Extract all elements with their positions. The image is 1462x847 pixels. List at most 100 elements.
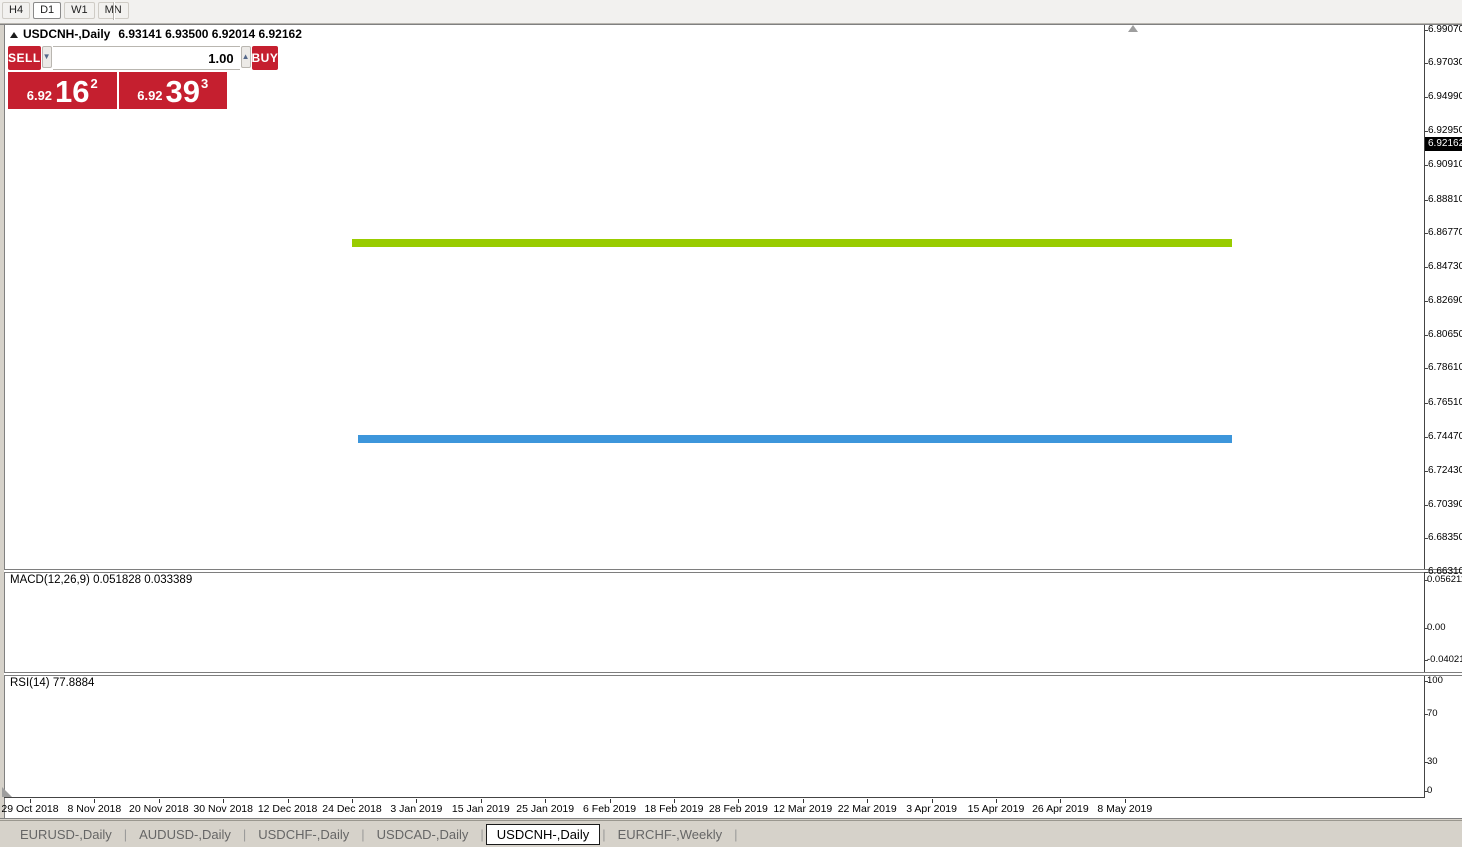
date-axis-label: 15 Apr 2019 — [967, 803, 1025, 815]
date-axis-label: 20 Nov 2018 — [129, 803, 189, 815]
price-axis-tick — [1424, 233, 1428, 234]
mt4-window: H4D1W1MN USDCNH-,Daily 6.93141 6.93500 6.… — [0, 0, 1462, 847]
price-axis-tick — [1424, 131, 1428, 132]
date-axis-tick — [480, 799, 482, 803]
price-axis-tick — [1424, 301, 1428, 302]
date-axis-tick — [1060, 799, 1062, 803]
date-axis-label: 15 Jan 2019 — [451, 803, 510, 815]
price-axis-label: 6.92950 — [1428, 125, 1462, 136]
date-axis-label: 24 Dec 2018 — [322, 803, 382, 815]
date-axis-tick — [30, 799, 31, 803]
date-axis-label: 8 Nov 2018 — [67, 803, 122, 815]
date-axis-tick — [416, 799, 418, 803]
macd-axis-label: -0.040218 — [1427, 654, 1462, 665]
price-axis-label: 6.72430 — [1428, 465, 1462, 476]
date-axis-tick — [867, 799, 869, 803]
date-axis-label: 6 Feb 2019 — [583, 803, 637, 815]
price-axis-tick — [1424, 368, 1428, 369]
sell-button[interactable]: SELL — [8, 46, 41, 70]
price-axis-label: 6.70390 — [1428, 499, 1462, 510]
time-axis-separator — [4, 797, 1425, 798]
price-axis-label: 6.78610 — [1428, 362, 1462, 373]
trade-panel-prices: 6.92 16 2 6.92 39 3 — [8, 72, 227, 109]
rsi-panel-splitter[interactable] — [4, 672, 1462, 676]
date-axis-tick — [738, 799, 740, 803]
date-axis-label: 25 Jan 2019 — [516, 803, 575, 815]
buy-price-pips: 39 — [165, 74, 201, 109]
price-axis-tick — [1424, 335, 1428, 336]
rsi-axis-tick — [1424, 714, 1428, 715]
resistance-line-object[interactable] — [352, 239, 1232, 247]
price-axis-label: 6.99070 — [1428, 24, 1462, 35]
price-axis-tick — [1424, 538, 1428, 539]
timeframe-button-d1[interactable]: D1 — [33, 2, 62, 19]
date-axis-tick — [158, 799, 160, 803]
volume-decrease-button[interactable]: ▼ — [41, 46, 52, 68]
window-top-border — [0, 24, 1462, 25]
date-axis-label: 3 Apr 2019 — [906, 803, 957, 815]
price-axis-tick — [1424, 437, 1428, 438]
price-axis-label: 6.90910 — [1428, 159, 1462, 170]
macd-axis-tick — [1424, 628, 1428, 629]
chart-tab-eurusd[interactable]: EURUSD-,Daily — [10, 825, 122, 844]
timeframe-button-w1[interactable]: W1 — [64, 2, 95, 19]
date-axis-tick — [352, 799, 353, 803]
rsi-axis-tick — [1424, 791, 1428, 792]
chart-tab-eurchf[interactable]: EURCHF-,Weekly — [608, 825, 733, 844]
rsi-indicator-label: RSI(14) 77.8884 — [10, 677, 95, 689]
chart-tab-bar: EURUSD-,Daily | AUDUSD-,Daily | USDCHF-,Dail… — [0, 820, 1462, 847]
chart-tab-usdchf[interactable]: USDCHF-,Daily — [248, 825, 359, 844]
buy-price-display[interactable]: 6.92 39 3 — [118, 72, 227, 109]
macd-axis-tick — [1424, 660, 1428, 661]
date-axis-label: 26 Apr 2019 — [1032, 803, 1089, 815]
price-axis-tick — [1424, 30, 1428, 31]
price-axis-tick — [1424, 572, 1428, 573]
chart-shift-marker-icon[interactable] — [1128, 25, 1138, 32]
price-axis-label: 6.82690 — [1428, 295, 1462, 306]
date-axis-label: 18 Feb 2019 — [644, 803, 704, 815]
macd-axis-tick — [1424, 580, 1428, 581]
tab-separator: | — [480, 826, 484, 842]
macd-axis-label: 0.00 — [1427, 622, 1446, 633]
price-axis-label: 6.80650 — [1428, 329, 1462, 340]
timeframe-button-h4[interactable]: H4 — [2, 2, 31, 19]
price-axis-label: 6.68350 — [1428, 532, 1462, 543]
sell-price-display[interactable]: 6.92 16 2 — [8, 72, 117, 109]
price-axis-label: 6.88810 — [1428, 194, 1462, 205]
tab-separator: | — [361, 826, 365, 842]
price-axis-tick — [1424, 165, 1428, 166]
price-axis-tick — [1424, 97, 1428, 98]
volume-increase-button[interactable]: ▲ — [240, 46, 251, 68]
buy-button[interactable]: BUY — [251, 46, 279, 70]
macd-panel-splitter[interactable] — [4, 569, 1462, 573]
price-axis-tick — [1424, 63, 1428, 64]
chart-tab-usdcnh[interactable]: USDCNH-,Daily — [485, 823, 601, 845]
timeframe-toolbar: H4D1W1MN — [0, 0, 1462, 24]
buy-price-point: 3 — [201, 76, 209, 91]
price-axis-label: 6.76510 — [1428, 397, 1462, 408]
volume-input[interactable] — [52, 46, 240, 70]
collapse-panel-icon[interactable] — [10, 32, 18, 38]
price-axis-tick — [1424, 471, 1428, 472]
sell-price-prefix: 6.92 — [26, 88, 53, 103]
date-axis-tick — [94, 799, 96, 803]
rsi-axis-label: 100 — [1427, 675, 1443, 686]
sell-price-pips: 16 — [55, 74, 90, 109]
price-axis-label: 6.94990 — [1428, 91, 1462, 102]
one-click-trading-panel: SELL ▼ ▲ BUY 6.92162 6.92393 — [8, 46, 279, 109]
date-axis-tick — [287, 799, 289, 803]
price-axis-label: 6.84730 — [1428, 261, 1462, 272]
date-axis-label: 28 Feb 2019 — [708, 803, 768, 815]
chart-tab-audusd[interactable]: AUDUSD-,Daily — [129, 825, 241, 844]
chart-ohlc-values: 6.93141 6.93500 6.92014 6.92162 — [118, 27, 302, 41]
date-axis-tick — [223, 799, 225, 803]
date-axis-tick — [931, 799, 933, 803]
trade-panel-controls: SELL ▼ ▲ BUY — [8, 46, 279, 70]
buy-price-prefix: 6.92 — [137, 88, 163, 103]
chart-tab-usdcad[interactable]: USDCAD-,Daily — [367, 825, 479, 844]
support-line-object[interactable] — [358, 435, 1232, 443]
panel-resize-grip-icon[interactable] — [2, 787, 12, 797]
window-left-border — [4, 24, 5, 818]
date-axis-label: 3 Jan 2019 — [390, 803, 443, 815]
tab-separator: | — [602, 826, 606, 842]
